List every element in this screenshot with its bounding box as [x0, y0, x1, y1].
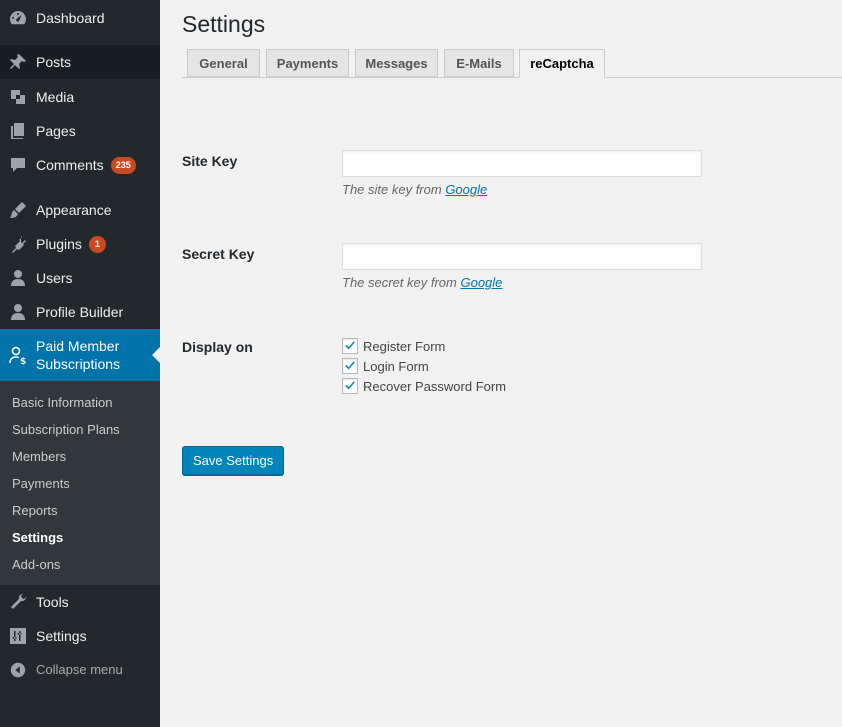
dashboard-icon — [0, 8, 36, 28]
sidebar-item-users[interactable]: Users — [0, 261, 160, 295]
sidebar-item-label: Posts — [36, 54, 72, 70]
admin-sidebar: Dashboard Posts Media Pages Comments 235… — [0, 0, 160, 727]
sidebar-item-dashboard[interactable]: Dashboard — [0, 0, 160, 36]
submenu-settings[interactable]: Settings — [12, 529, 63, 547]
login-form-option[interactable]: Login Form — [342, 358, 429, 374]
sidebar-item-plugins[interactable]: Plugins 1 — [0, 227, 160, 261]
sidebar-submenu: Basic Information Subscription Plans Mem… — [0, 381, 160, 585]
sidebar-item-pages[interactable]: Pages — [0, 114, 160, 148]
media-icon — [0, 87, 36, 107]
sidebar-item-label: Dashboard — [36, 10, 105, 26]
tab-messages[interactable]: Messages — [355, 49, 438, 77]
collapse-menu-label: Collapse menu — [36, 662, 123, 677]
svg-text:$: $ — [20, 357, 26, 365]
sidebar-item-label: Settings — [36, 628, 87, 644]
site-key-description: The site key from Google — [342, 182, 487, 197]
main-content: Settings General Payments Messages E-Mai… — [160, 0, 842, 727]
plugins-update-badge: 1 — [88, 235, 106, 253]
recover-password-form-label: Recover Password Form — [363, 378, 507, 394]
comment-icon — [0, 155, 36, 175]
tab-general[interactable]: General — [187, 49, 260, 77]
member-dollar-icon: $ — [0, 345, 36, 365]
secret-key-input[interactable] — [342, 243, 702, 270]
submenu-members[interactable]: Members — [12, 448, 66, 466]
pin-icon — [0, 52, 36, 72]
save-settings-button[interactable]: Save Settings — [182, 446, 285, 475]
collapse-arrow-icon — [0, 661, 36, 679]
pages-icon — [0, 121, 36, 141]
recover-password-form-option[interactable]: Recover Password Form — [342, 378, 506, 394]
submenu-reports[interactable]: Reports — [12, 502, 58, 520]
register-form-label: Register Form — [363, 338, 446, 354]
sidebar-item-label: Paid Member Subscriptions — [36, 338, 121, 372]
checkmark-icon — [345, 381, 355, 390]
display-on-label: Display on — [182, 339, 253, 355]
secret-key-google-link[interactable]: Google — [460, 275, 502, 290]
secret-key-description: The secret key from Google — [342, 275, 502, 290]
submenu-add-ons[interactable]: Add-ons — [12, 556, 60, 574]
tab-recaptcha[interactable]: reCaptcha — [519, 49, 605, 78]
sidebar-item-label: Profile Builder — [36, 304, 124, 320]
tab-e-mails[interactable]: E-Mails — [444, 49, 514, 77]
sliders-icon — [0, 626, 36, 646]
settings-tabs: General Payments Messages E-Mails reCapt… — [182, 49, 842, 78]
sidebar-item-tools[interactable]: Tools — [0, 585, 160, 619]
plug-icon — [0, 234, 36, 254]
sidebar-item-settings[interactable]: Settings — [0, 619, 160, 653]
site-key-input[interactable] — [342, 150, 702, 177]
checkmark-icon — [345, 361, 355, 370]
submenu-subscription-plans[interactable]: Subscription Plans — [12, 421, 120, 439]
site-key-label: Site Key — [182, 153, 238, 169]
sidebar-item-paid-member-subscriptions[interactable]: $ Paid Member Subscriptions — [0, 329, 160, 381]
sidebar-item-profile-builder[interactable]: Profile Builder — [0, 295, 160, 329]
sidebar-item-label: Users — [36, 270, 73, 286]
submenu-basic-information[interactable]: Basic Information — [12, 394, 112, 412]
sidebar-item-label: Media — [36, 89, 75, 105]
collapse-menu-button[interactable]: Collapse menu — [0, 653, 160, 687]
secret-key-label: Secret Key — [182, 246, 255, 262]
secret-key-desc-text: The secret key from — [342, 275, 461, 290]
user-icon — [0, 302, 36, 322]
login-form-label: Login Form — [363, 358, 429, 374]
site-key-desc-text: The site key from — [342, 182, 446, 197]
sidebar-item-label: Plugins — [36, 236, 82, 252]
register-form-option[interactable]: Register Form — [342, 338, 445, 354]
tab-payments[interactable]: Payments — [266, 49, 349, 77]
login-form-checkbox[interactable] — [342, 358, 358, 374]
sidebar-item-posts[interactable]: Posts — [0, 45, 160, 79]
sidebar-item-label: Comments — [36, 157, 104, 173]
checkmark-icon — [345, 341, 355, 350]
sidebar-item-appearance[interactable]: Appearance — [0, 193, 160, 227]
submenu-payments[interactable]: Payments — [12, 475, 70, 493]
register-form-checkbox[interactable] — [342, 338, 358, 354]
sidebar-item-media[interactable]: Media — [0, 80, 160, 114]
brush-icon — [0, 200, 36, 220]
page-title: Settings — [182, 11, 266, 37]
comments-count-badge: 235 — [110, 156, 136, 174]
wrench-icon — [0, 592, 36, 612]
sidebar-item-comments[interactable]: Comments 235 — [0, 148, 160, 182]
sidebar-item-label: Tools — [36, 594, 69, 610]
user-icon — [0, 268, 36, 288]
recover-password-form-checkbox[interactable] — [342, 378, 358, 394]
sidebar-item-label: Pages — [36, 123, 76, 139]
sidebar-item-label: Appearance — [36, 202, 112, 218]
site-key-google-link[interactable]: Google — [445, 182, 487, 197]
